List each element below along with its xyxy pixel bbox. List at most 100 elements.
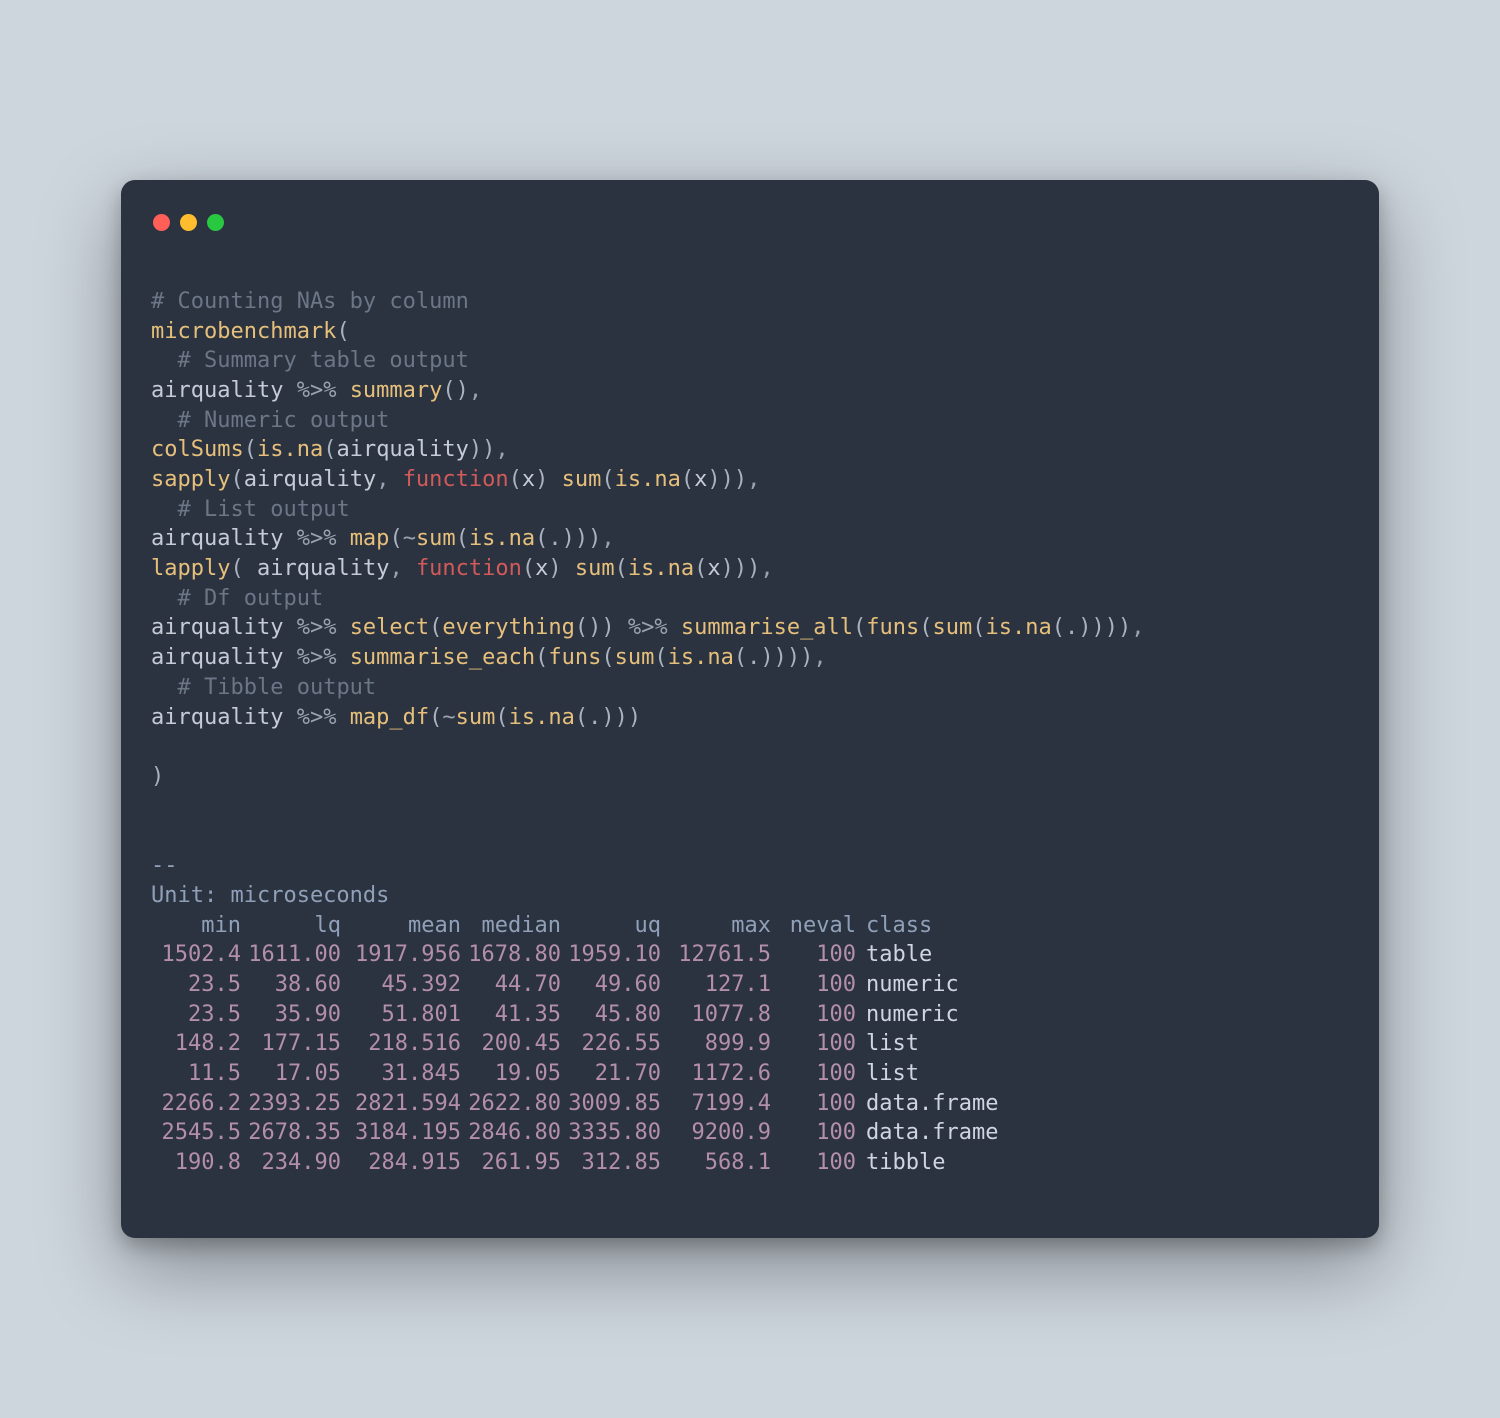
space xyxy=(548,467,561,492)
fn-map: map xyxy=(350,526,390,551)
window-titlebar xyxy=(151,210,1349,257)
cell-mean: 2821.594 xyxy=(341,1089,461,1119)
id-airquality: airquality xyxy=(257,556,389,581)
paren-open: ( xyxy=(654,645,667,670)
kw-function: function xyxy=(416,556,522,581)
paren-close: ) xyxy=(747,556,760,581)
cell-median: 200.45 xyxy=(461,1029,561,1059)
paren-close: ) xyxy=(734,556,747,581)
paren-close: ) xyxy=(734,467,747,492)
paren-open: ( xyxy=(734,645,747,670)
terminal-window: # Counting NAs by column microbenchmark(… xyxy=(121,180,1379,1238)
paren-open: ( xyxy=(601,645,614,670)
cell-class: list xyxy=(856,1029,1026,1059)
cell-lq: 38.60 xyxy=(241,970,341,1000)
minimize-window-button[interactable] xyxy=(180,214,197,231)
cell-max: 899.9 xyxy=(661,1029,771,1059)
paren-open: ( xyxy=(522,556,535,581)
table-row: 23.535.9051.80141.3545.801077.8100numeri… xyxy=(151,1002,1026,1027)
paren-close: ) xyxy=(760,645,773,670)
cell-min: 11.5 xyxy=(151,1059,241,1089)
paren-open: ( xyxy=(694,556,707,581)
fn-everything: everything xyxy=(442,615,574,640)
cell-min: 23.5 xyxy=(151,1000,241,1030)
tilde: ~ xyxy=(403,526,416,551)
table-row: 2266.22393.252821.5942622.803009.857199.… xyxy=(151,1091,1026,1116)
paren-close: ) xyxy=(562,526,575,551)
table-row: 11.517.0531.84519.0521.701172.6100list xyxy=(151,1061,1026,1086)
zoom-window-button[interactable] xyxy=(207,214,224,231)
fn-sum: sum xyxy=(575,556,615,581)
code-comment: # Tibble output xyxy=(178,675,377,700)
id-airquality: airquality xyxy=(244,467,376,492)
cell-mean: 45.392 xyxy=(341,970,461,1000)
cell-class: numeric xyxy=(856,970,1026,1000)
fn-isna: is.na xyxy=(986,615,1052,640)
fn-microbenchmark: microbenchmark xyxy=(151,319,336,344)
fn-isna: is.na xyxy=(615,467,681,492)
cell-min: 2545.5 xyxy=(151,1118,241,1148)
pipe-op: %>% xyxy=(283,526,349,551)
cell-neval: 100 xyxy=(771,1118,856,1148)
output-unit: Unit: microseconds xyxy=(151,883,389,908)
cell-lq: 2678.35 xyxy=(241,1118,341,1148)
fn-funs: funs xyxy=(548,645,601,670)
paren-close: ) xyxy=(601,705,614,730)
paren-open: ( xyxy=(509,467,522,492)
cell-neval: 100 xyxy=(771,970,856,1000)
paren-open: ( xyxy=(336,319,349,344)
cell-min: 2266.2 xyxy=(151,1089,241,1119)
cell-lq: 1611.00 xyxy=(241,940,341,970)
cell-max: 7199.4 xyxy=(661,1089,771,1119)
fn-summary: summary xyxy=(350,378,443,403)
cell-uq: 3009.85 xyxy=(561,1089,661,1119)
code-comment: # List output xyxy=(178,497,350,522)
cell-median: 1678.80 xyxy=(461,940,561,970)
cell-neval: 100 xyxy=(771,1059,856,1089)
cell-max: 568.1 xyxy=(661,1148,771,1178)
paren-open: ( xyxy=(919,615,932,640)
paren-close: ) xyxy=(1105,615,1118,640)
cell-max: 1172.6 xyxy=(661,1059,771,1089)
comma: , xyxy=(813,645,826,670)
comma: , xyxy=(747,467,760,492)
cell-neval: 100 xyxy=(771,940,856,970)
fn-isna: is.na xyxy=(668,645,734,670)
col-uq: uq xyxy=(561,911,661,941)
paren-close: ) xyxy=(601,615,614,640)
space xyxy=(562,556,575,581)
cell-class: data.frame xyxy=(856,1089,1026,1119)
comma: , xyxy=(601,526,614,551)
cell-min: 148.2 xyxy=(151,1029,241,1059)
fn-sum: sum xyxy=(456,705,496,730)
paren-close: ) xyxy=(575,526,588,551)
paren-open: ( xyxy=(535,645,548,670)
paren-close: ) xyxy=(588,615,601,640)
cell-min: 23.5 xyxy=(151,970,241,1000)
cell-median: 2846.80 xyxy=(461,1118,561,1148)
cell-neval: 100 xyxy=(771,1000,856,1030)
cell-mean: 218.516 xyxy=(341,1029,461,1059)
paren-open: ( xyxy=(535,526,548,551)
paren-close: ) xyxy=(1092,615,1105,640)
pipe-op: %>% xyxy=(283,615,349,640)
cell-median: 19.05 xyxy=(461,1059,561,1089)
table-row: 23.538.6045.39244.7049.60127.1100numeric xyxy=(151,972,1026,997)
fn-map-df: map_df xyxy=(350,705,429,730)
arg-x: x xyxy=(535,556,548,581)
cell-min: 190.8 xyxy=(151,1148,241,1178)
paren-open: ( xyxy=(972,615,985,640)
cell-lq: 234.90 xyxy=(241,1148,341,1178)
space xyxy=(244,556,257,581)
close-window-button[interactable] xyxy=(153,214,170,231)
table-header-row: minlqmeanmedianuqmaxnevalclass xyxy=(151,913,1026,938)
cell-uq: 226.55 xyxy=(561,1029,661,1059)
cell-lq: 17.05 xyxy=(241,1059,341,1089)
paren-open: ( xyxy=(429,705,442,730)
stage: # Counting NAs by column microbenchmark(… xyxy=(0,0,1500,1418)
cell-lq: 2393.25 xyxy=(241,1089,341,1119)
output-block: -- Unit: microseconds minlqmeanmedianuqm… xyxy=(151,822,1349,1178)
arg-x: x xyxy=(694,467,707,492)
col-max: max xyxy=(661,911,771,941)
cell-median: 41.35 xyxy=(461,1000,561,1030)
